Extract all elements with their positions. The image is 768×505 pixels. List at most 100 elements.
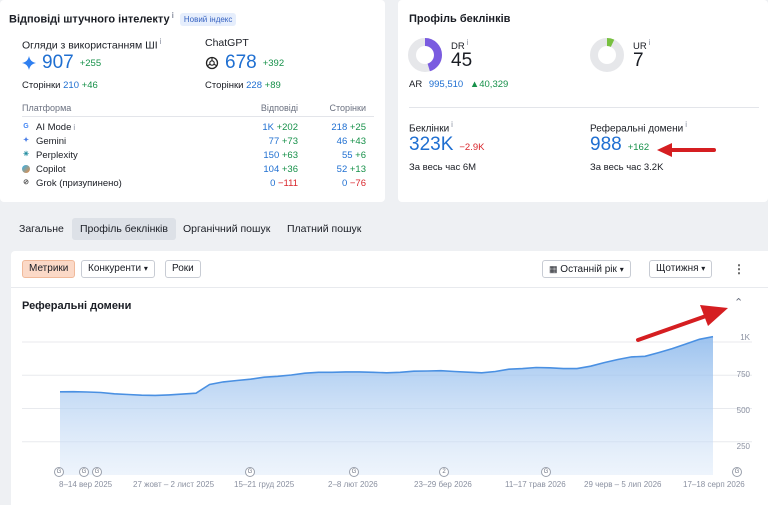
years-button[interactable]: Роки (165, 260, 201, 278)
backlinks-value[interactable]: 323K (409, 134, 453, 156)
refdomains-alltime-value: 3.2K (643, 162, 664, 173)
platform-name: AI Mode (36, 121, 72, 133)
y-tick-label: 250 (736, 442, 750, 451)
competitors-label: Конкуренти (88, 263, 142, 274)
period-label: Останній рік (560, 264, 617, 275)
chatgpt-pages: Сторінки 228 +89 (205, 80, 281, 91)
annotation-marker[interactable]: G (79, 467, 89, 477)
answers-delta: −111 (278, 177, 298, 189)
x-tick-label: 17–18 серп 2026 (683, 480, 745, 489)
answers-value[interactable]: 1K (262, 122, 274, 133)
ai-overview-value[interactable]: 907 (42, 52, 74, 74)
table-row: ✳ Perplexity 150 +63 55 +6 (22, 148, 378, 162)
refdomains-delta: +162 (627, 142, 650, 153)
frequency-dropdown[interactable]: Щотижня ▾ (649, 260, 713, 278)
info-icon[interactable]: i (467, 38, 469, 47)
table-row: G AI Mode i 1K +202 218 +25 (22, 120, 378, 134)
annotation-marker[interactable]: G (92, 467, 102, 477)
table-divider (22, 116, 374, 117)
info-icon[interactable]: i (73, 123, 75, 132)
x-tick-label: 8–14 вер 2025 (59, 480, 113, 489)
x-tick-label: 15–21 груд 2025 (234, 480, 295, 489)
info-icon[interactable]: i (649, 38, 651, 47)
x-tick-label: 29 черв – 5 лип 2026 (584, 480, 662, 489)
pages-value[interactable]: 218 (331, 122, 347, 133)
table-row: ⊘ Grok (призупинено) 0 −111 0 −76 (22, 176, 378, 190)
info-icon[interactable]: i (160, 37, 162, 46)
chatgpt-value[interactable]: 678 (225, 52, 257, 74)
chatgpt-metric[interactable]: 678 +392 (205, 52, 284, 74)
dr-gauge (408, 38, 442, 72)
tab-overview[interactable]: Загальне (11, 218, 72, 240)
annotation-marker[interactable]: G (541, 467, 551, 477)
chatgpt-pages-delta: +89 (264, 80, 281, 91)
chatgpt-pages-value[interactable]: 228 (246, 80, 262, 91)
card-divider (409, 107, 759, 108)
backlinks-alltime-value: 6M (462, 162, 477, 173)
answers-value[interactable]: 150 (263, 150, 279, 161)
ur-gauge (590, 38, 624, 72)
gemini-icon: ✦ (23, 137, 29, 144)
annotation-marker[interactable]: G (54, 467, 64, 477)
x-tick-label: 2–8 лют 2026 (328, 480, 378, 489)
info-icon[interactable]: i (685, 120, 687, 129)
platform-name: Copilot (36, 163, 66, 175)
chevron-down-icon: ▾ (701, 264, 706, 273)
ar-value[interactable]: 995,510 (429, 79, 463, 90)
refdomains-value[interactable]: 988 (590, 134, 622, 156)
backlinks-delta: −2.9K (459, 142, 485, 153)
backlinks-metric[interactable]: 323K −2.9K (409, 134, 484, 156)
ai-overview-metric[interactable]: 907 +255 (22, 52, 101, 74)
answers-delta: +202 (276, 121, 298, 133)
answers-value[interactable]: 104 (263, 164, 279, 175)
table-row: Copilot 104 +36 52 +13 (22, 162, 378, 176)
answers-value[interactable]: 0 (270, 178, 275, 189)
card-divider (11, 287, 768, 288)
answers-delta: +36 (281, 163, 298, 175)
new-index-badge: Новий індекс (179, 12, 237, 26)
dr-value: 45 (451, 50, 473, 71)
copilot-icon (22, 165, 30, 173)
frequency-label: Щотижня (656, 263, 699, 274)
chatgpt-delta: +392 (262, 57, 285, 69)
pages-value[interactable]: 46 (337, 136, 348, 147)
openai-icon (205, 56, 219, 70)
pages-value[interactable]: 55 (342, 150, 353, 161)
info-icon[interactable]: i (172, 11, 174, 20)
ai-overview-pages-value[interactable]: 210 (63, 80, 79, 91)
backlink-card-title: Профіль беклінків (409, 13, 511, 25)
answers-value[interactable]: 77 (269, 136, 280, 147)
period-dropdown[interactable]: ▦ Останній рік ▾ (542, 260, 631, 278)
chevron-down-icon: ▾ (619, 265, 624, 274)
pages-value[interactable]: 52 (337, 164, 348, 175)
ai-overview-delta: +255 (79, 57, 102, 69)
refdomains-metric[interactable]: 988 +162 (590, 134, 649, 156)
metrics-button[interactable]: Метрики (22, 260, 76, 278)
annotation-marker[interactable]: G (349, 467, 359, 477)
tab-organic-search[interactable]: Органічний пошук (175, 218, 278, 240)
annotation-marker[interactable]: G (732, 467, 742, 477)
ai-overview-pages: Сторінки 210 +46 (22, 80, 98, 91)
backlinks-alltime: За весь час 6M (409, 162, 477, 173)
competitors-dropdown[interactable]: Конкуренти ▾ (81, 260, 155, 278)
ai-answers-card: Відповіді штучного інтелекту i Новий індек… (0, 0, 385, 202)
y-tick-label: 500 (736, 406, 750, 415)
answers-delta: +73 (281, 135, 298, 147)
annotation-marker[interactable]: G (245, 467, 255, 477)
ai-overview-label: Огляди з використанням ШІ i (22, 37, 162, 52)
pages-delta: −76 (349, 177, 366, 189)
table-row: ✦ Gemini 77 +73 46 +43 (22, 134, 378, 148)
annotation-marker[interactable]: 2 (439, 467, 449, 477)
pages-delta: +6 (355, 149, 366, 161)
pages-delta: +43 (349, 135, 366, 147)
more-options-icon[interactable]: ⋮ (733, 260, 745, 278)
x-tick-label: 27 жовт – 2 лист 2025 (133, 480, 215, 489)
annotation-arrow-icon (657, 143, 716, 157)
x-tick-label: 11–17 трав 2026 (505, 480, 566, 489)
pages-value[interactable]: 0 (342, 178, 347, 189)
pages-delta: +25 (349, 121, 366, 133)
collapse-chevron-icon[interactable]: ⌃ (734, 296, 743, 309)
tab-backlink-profile[interactable]: Профіль беклінків (72, 218, 176, 240)
tab-paid-search[interactable]: Платний пошук (279, 218, 369, 240)
info-icon[interactable]: i (451, 120, 453, 129)
